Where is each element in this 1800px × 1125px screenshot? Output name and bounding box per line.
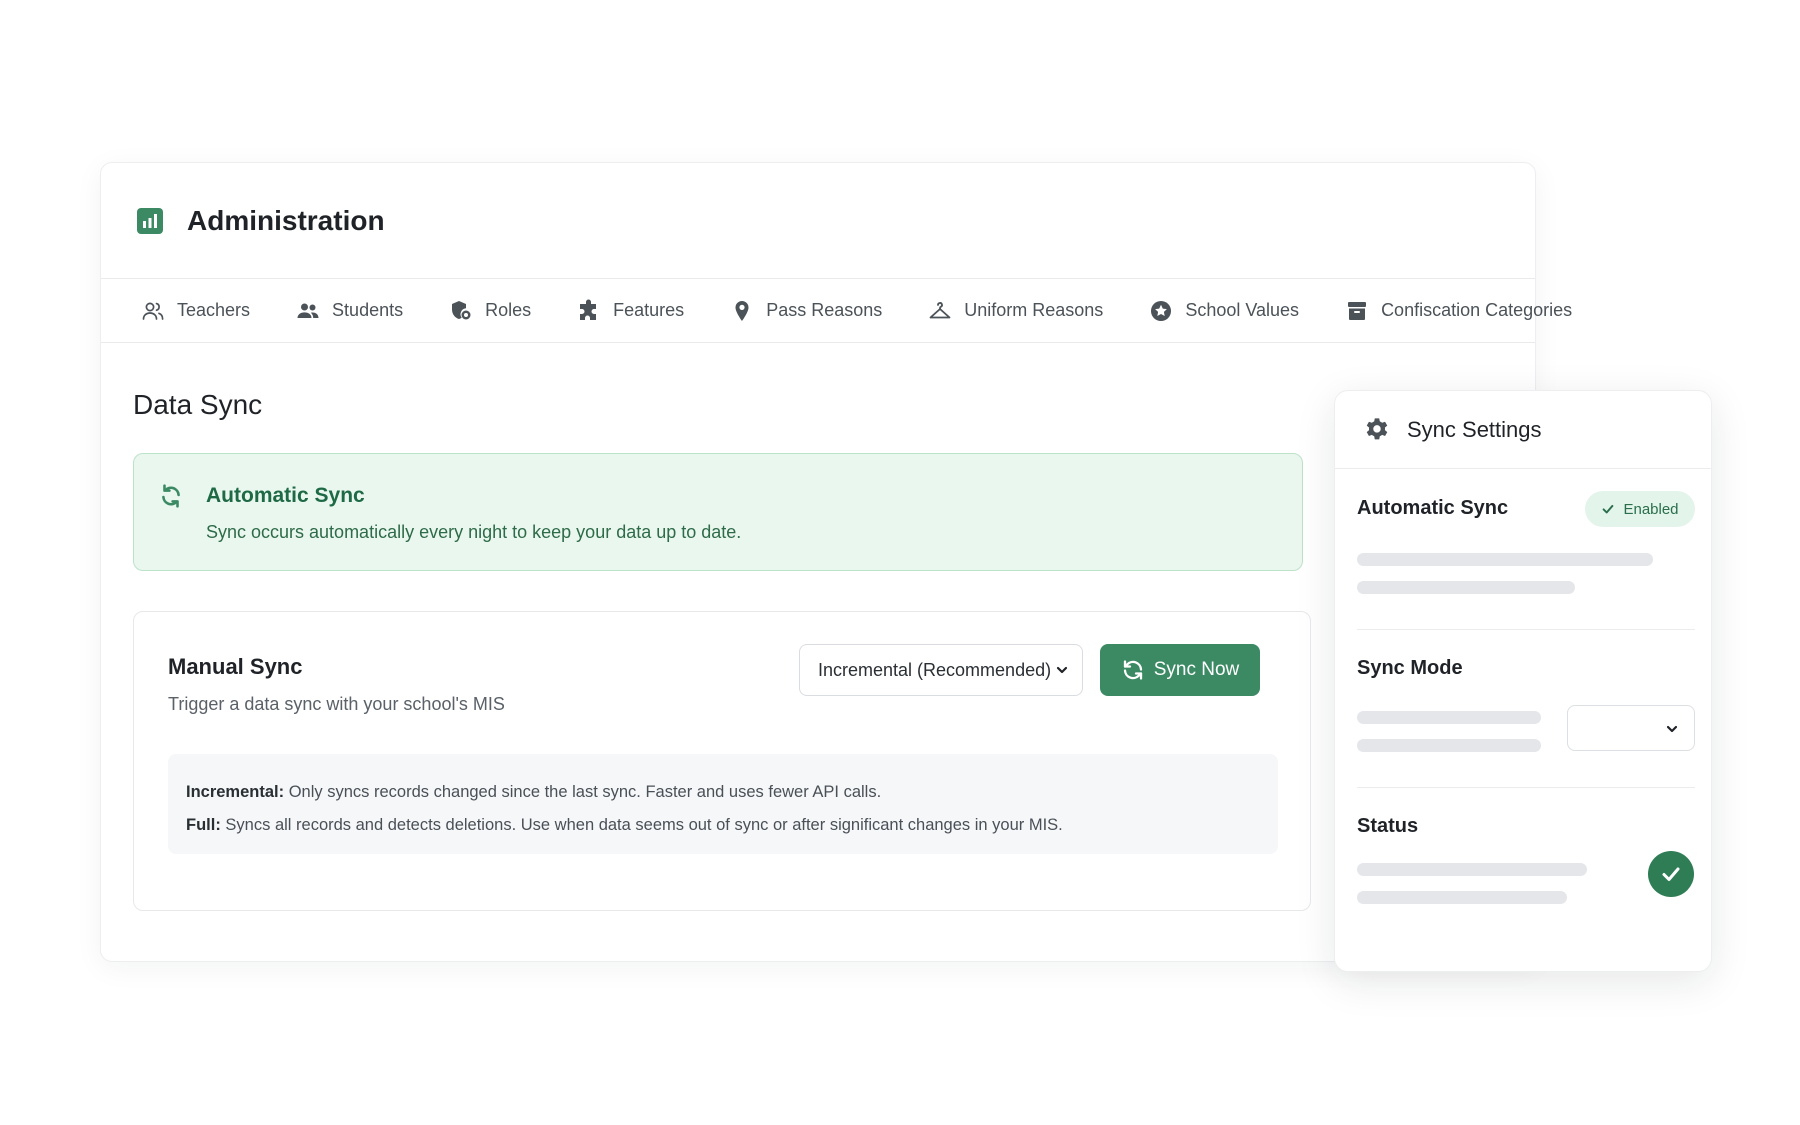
skeleton-line (1357, 711, 1541, 724)
sync-mode-info: Incremental: Only syncs records changed … (168, 754, 1278, 854)
tab-label: Roles (485, 300, 532, 320)
administration-card: Administration Teachers Students Roles F… (100, 162, 1572, 962)
sync-settings-panel: Sync Settings Automatic Sync Enabled Syn… (1334, 390, 1712, 972)
card-header: Administration (101, 163, 1535, 279)
admin-nav-tabs: Teachers Students Roles Features Pass Re… (101, 279, 1572, 343)
sync-now-label: Sync Now (1153, 659, 1240, 680)
manual-sync-card: Manual Sync Trigger a data sync with you… (133, 611, 1311, 911)
archive-icon (1348, 301, 1367, 320)
automatic-sync-description: Sync occurs automatically every night to… (206, 522, 742, 542)
check-icon (1603, 504, 1614, 514)
refresh-icon (1123, 660, 1142, 680)
page-title: Administration (187, 204, 385, 236)
sync-mode-value: Incremental (Recommended) (818, 659, 1052, 680)
bar-chart-logo-icon (137, 207, 163, 234)
enabled-status-badge: Enabled (1585, 491, 1695, 527)
sync-mode-mini-select[interactable] (1567, 705, 1695, 751)
chevron-down-icon (1666, 725, 1678, 733)
star-badge-icon (1151, 300, 1172, 321)
tab-label: Confiscation Categories (1381, 300, 1573, 320)
section-title: Data Sync (133, 389, 263, 420)
divider (1357, 629, 1695, 630)
tab-label: Features (613, 300, 685, 320)
incremental-label: Incremental: (186, 783, 285, 801)
full-label: Full: (186, 816, 221, 834)
map-pin-icon (735, 300, 749, 321)
tab-features[interactable]: Features (577, 299, 684, 323)
tab-pass-reasons[interactable]: Pass Reasons (730, 299, 882, 323)
automatic-sync-title: Automatic Sync (206, 484, 365, 507)
tab-teachers[interactable]: Teachers (141, 299, 250, 323)
manual-sync-title: Manual Sync (168, 654, 303, 679)
chevron-down-icon (1056, 666, 1068, 674)
tab-roles[interactable]: Roles (449, 299, 531, 323)
tab-confiscation-categories[interactable]: Confiscation Categories (1345, 299, 1572, 323)
automatic-sync-banner: Automatic Sync Sync occurs automatically… (133, 453, 1303, 571)
tab-label: Uniform Reasons (964, 300, 1104, 320)
tab-label: Students (332, 300, 404, 320)
divider (1357, 787, 1695, 788)
panel-title: Sync Settings (1407, 416, 1542, 442)
status-label: Status (1357, 815, 1419, 837)
panel-header: Sync Settings (1335, 391, 1711, 469)
tab-label: Teachers (177, 300, 251, 320)
status-ok-icon (1648, 851, 1694, 897)
automatic-sync-label: Automatic Sync (1357, 497, 1509, 519)
sync-mode-select[interactable]: Incremental (Recommended) (799, 644, 1083, 696)
shield-icon (452, 300, 471, 319)
users-outline-icon (142, 302, 164, 320)
tab-uniform-reasons[interactable]: Uniform Reasons (928, 299, 1103, 323)
sync-mode-label: Sync Mode (1357, 657, 1463, 679)
incremental-text: Only syncs records changed since the las… (288, 783, 882, 801)
full-info-line: Full: Syncs all records and detects dele… (186, 809, 1260, 842)
skeleton-line (1357, 553, 1653, 566)
sync-now-button[interactable]: Sync Now (1100, 644, 1260, 696)
skeleton-line (1357, 891, 1567, 904)
tab-school-values[interactable]: School Values (1149, 299, 1299, 323)
enabled-badge-label: Enabled (1623, 500, 1679, 518)
tab-label: School Values (1185, 300, 1300, 320)
check-icon (1662, 867, 1680, 881)
sync-icon (162, 484, 180, 508)
gear-icon (1366, 417, 1388, 439)
tab-label: Pass Reasons (766, 300, 883, 320)
hanger-icon (929, 301, 951, 318)
skeleton-line (1357, 739, 1541, 752)
users-filled-icon (297, 303, 319, 318)
skeleton-line (1357, 863, 1587, 876)
full-text: Syncs all records and detects deletions.… (225, 816, 1063, 834)
puzzle-icon (580, 299, 597, 320)
tab-students[interactable]: Students (296, 299, 403, 323)
manual-sync-description: Trigger a data sync with your school's M… (168, 694, 505, 714)
incremental-info-line: Incremental: Only syncs records changed … (186, 776, 1260, 809)
skeleton-line (1357, 581, 1575, 594)
